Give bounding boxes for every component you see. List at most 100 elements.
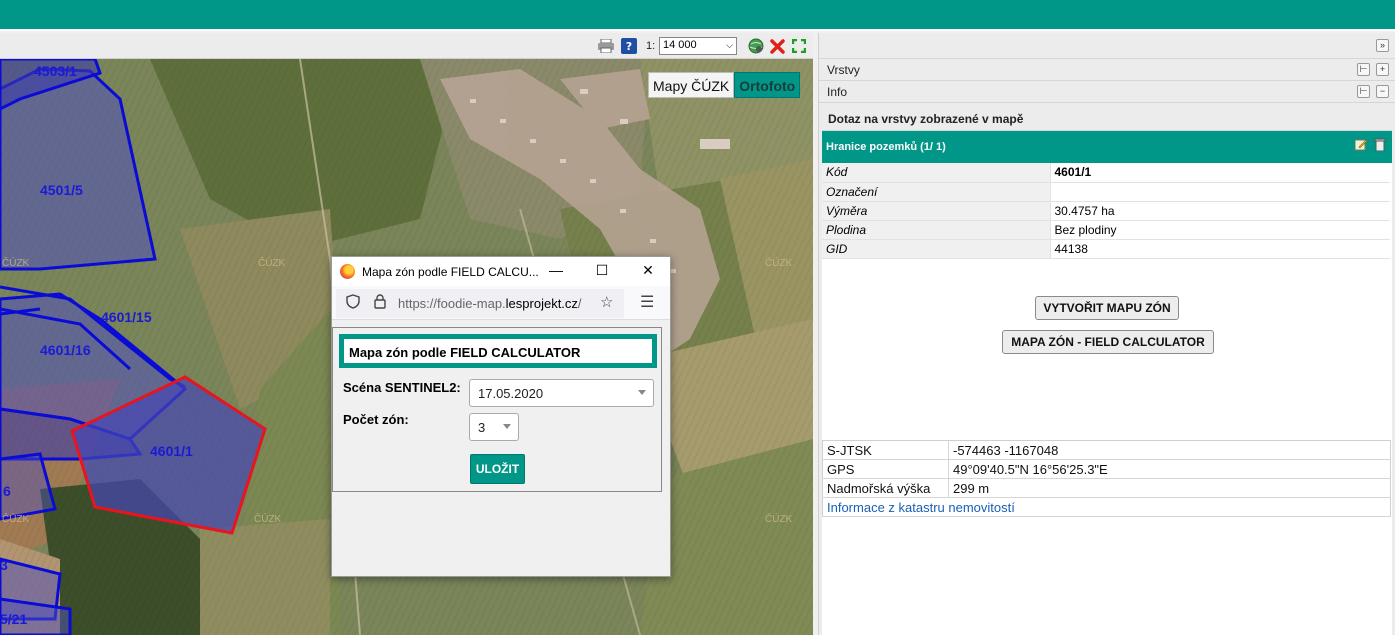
table-row: Plodina Bez plodiny [822,220,1390,240]
attr-value [1050,182,1390,202]
scale-select[interactable]: 14 000 ⌵ [659,37,737,55]
pin-icon[interactable]: ⊢ [1357,63,1370,76]
attr-key: GID [822,239,1051,259]
collapse-icon[interactable]: − [1376,85,1389,98]
cadastre-link[interactable]: Informace z katastru nemovitostí [827,500,1015,515]
watermark: ČÚZK [258,258,286,269]
parcel-label: 4601/16 [40,342,91,358]
panel-section-layers[interactable]: Vrstvy ⊢ + [819,59,1395,81]
bookmark-star-icon[interactable]: ☆ [600,293,613,311]
maximize-button[interactable]: ☐ [592,262,612,279]
zones-select[interactable]: 3 [469,413,519,441]
pin-icon[interactable]: ⊢ [1357,85,1370,98]
zone-map-popup-window: Mapa zón podle FIELD CALCU... — ☐ ✕ http… [331,256,671,577]
layer-result-title: Hranice pozemků (1/ 1) [826,141,946,153]
layer-switcher: Mapy ČÚZK Ortofoto [648,72,801,98]
lock-icon[interactable] [374,294,386,312]
attr-value: Bez plodiny [1050,220,1390,240]
close-window-button[interactable]: ✕ [638,262,658,279]
popup-title: Mapa zón podle FIELD CALCU... [362,265,539,279]
panel-toolbar: » [819,33,1395,59]
expand-icon[interactable]: + [1376,63,1389,76]
hamburger-menu-icon[interactable]: ☰ [640,292,654,312]
query-title: Dotaz na vrstvy zobrazené v mapě [822,107,1392,131]
table-row: Nadmořská výška 299 m [822,478,1391,498]
chevron-down-icon: ⌵ [726,40,733,50]
attr-value: 4601/1 [1050,163,1390,183]
field-calculator-button[interactable]: MAPA ZÓN - FIELD CALCULATOR [1002,330,1214,354]
table-row: Informace z katastru nemovitostí [822,497,1391,517]
attr-key: Označení [822,182,1051,202]
parcel-label: 4601/1 [150,443,193,459]
info-label: Info [827,85,848,99]
parcel-label: 4501/5 [40,182,83,198]
shield-icon[interactable] [346,294,360,312]
coord-value: 299 m [948,478,1391,498]
popup-form: Mapa zón podle FIELD CALCULATOR Scéna SE… [332,327,662,492]
chevron-down-icon [638,390,646,395]
scale-value: 14 000 [663,39,697,51]
table-row: GPS 49°09'40.5"N 16°56'25.3"E [822,459,1391,479]
attr-value: 30.4757 ha [1050,201,1390,221]
popup-titlebar[interactable]: Mapa zón podle FIELD CALCU... — ☐ ✕ [332,257,670,286]
attr-key: Kód [822,163,1051,183]
parcel-label: 6 [3,483,11,499]
url-prefix: https://foodie-map. [398,296,506,311]
close-icon[interactable] [768,37,786,55]
attr-value: 44138 [1050,239,1390,259]
scene-label: Scéna SENTINEL2: [343,380,461,395]
coord-key: S-JTSK [822,440,949,460]
parcel-label: 5/21 [0,611,28,627]
app-header-bar [0,0,1395,31]
layer-orthophoto-button[interactable]: Ortofoto [734,72,801,98]
chevron-down-icon [503,424,511,429]
table-row: Kód 4601/1 [822,163,1390,183]
coordinates-table: S-JTSK -574463 -1167048 GPS 49°09'40.5"N 1… [822,440,1391,517]
attr-key: Plodina [822,220,1051,240]
fullscreen-icon[interactable] [790,37,808,55]
edit-icon[interactable] [1354,138,1368,154]
url-suffix: / [577,296,582,311]
info-panel: » Vrstvy ⊢ + Info ⊢ − Dotaz na vrstvy zo… [818,33,1395,635]
watermark: ČÚZK [2,514,30,525]
save-button[interactable]: ULOŽIT [470,454,525,484]
firefox-icon [340,264,355,279]
table-row: S-JTSK -574463 -1167048 [822,440,1391,460]
layers-label: Vrstvy [827,63,860,77]
watermark: ČÚZK [765,514,793,525]
zones-value: 3 [478,420,486,435]
url-domain: lesprojekt.cz [505,296,578,311]
panel-section-info[interactable]: Info ⊢ − [819,81,1395,103]
collapse-panel-icon[interactable]: » [1376,39,1389,52]
svg-text:?: ? [626,40,632,53]
globe-icon[interactable] [747,37,765,55]
parcel-label: 4503/1 [34,63,77,79]
layer-result-header: Hranice pozemků (1/ 1) [822,131,1392,163]
table-row: Výměra 30.4757 ha [822,201,1390,221]
popup-url-bar: https://foodie-map.lesprojekt.cz/ ☆ ☰ [332,286,670,320]
scale-prefix: 1: [646,40,656,52]
coord-value: -574463 -1167048 [948,440,1391,460]
parcel-label: 4601/15 [101,309,152,325]
trash-icon[interactable] [1374,138,1386,154]
scene-value: 17.05.2020 [478,386,544,401]
zones-label: Počet zón: [343,412,409,427]
watermark: ČÚZK [765,258,793,269]
create-zone-map-button[interactable]: VYTVOŘIT MAPU ZÓN [1035,296,1179,320]
minimize-button[interactable]: — [546,262,566,278]
info-content: Dotaz na vrstvy zobrazené v mapě Hranice… [822,107,1392,635]
parcel-label: 3 [0,557,8,573]
coord-value: 49°09'40.5"N 16°56'25.3"E [948,459,1391,479]
watermark: ČÚZK [254,514,282,525]
help-icon[interactable]: ? [620,37,638,55]
attr-key: Výměra [822,201,1051,221]
map-toolbar: ? 1: 14 000 ⌵ [0,33,813,59]
attributes-table: Kód 4601/1 Označení Výměra 30.4757 ha Plod… [822,163,1390,259]
popup-heading: Mapa zón podle FIELD CALCULATOR [339,334,657,368]
watermark: ČÚZK [2,258,30,269]
layer-cuzk-button[interactable]: Mapy ČÚZK [648,72,735,98]
print-icon[interactable] [597,37,615,55]
url-text[interactable]: https://foodie-map.lesprojekt.cz/ [398,296,594,311]
scene-select[interactable]: 17.05.2020 [469,379,654,407]
coord-key: GPS [822,459,949,479]
